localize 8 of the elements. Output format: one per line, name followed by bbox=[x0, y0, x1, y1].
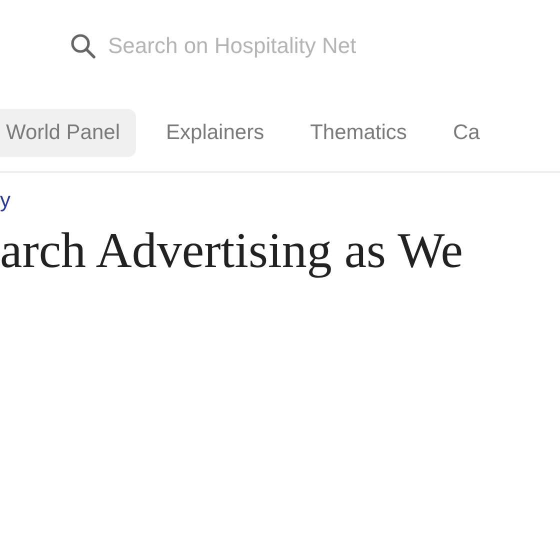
nav-tab[interactable]: Explainers bbox=[160, 109, 280, 157]
search-icon bbox=[70, 33, 96, 59]
nav-tab[interactable]: Ca bbox=[446, 109, 496, 157]
nav-tab[interactable]: Thematics bbox=[304, 109, 423, 157]
nav-tab[interactable]: World Panel bbox=[0, 109, 136, 157]
article-headline: arch Advertising as We bbox=[0, 221, 464, 279]
search-field[interactable]: Search on Hospitality Net bbox=[108, 33, 468, 59]
category-link[interactable]: y bbox=[0, 189, 10, 213]
